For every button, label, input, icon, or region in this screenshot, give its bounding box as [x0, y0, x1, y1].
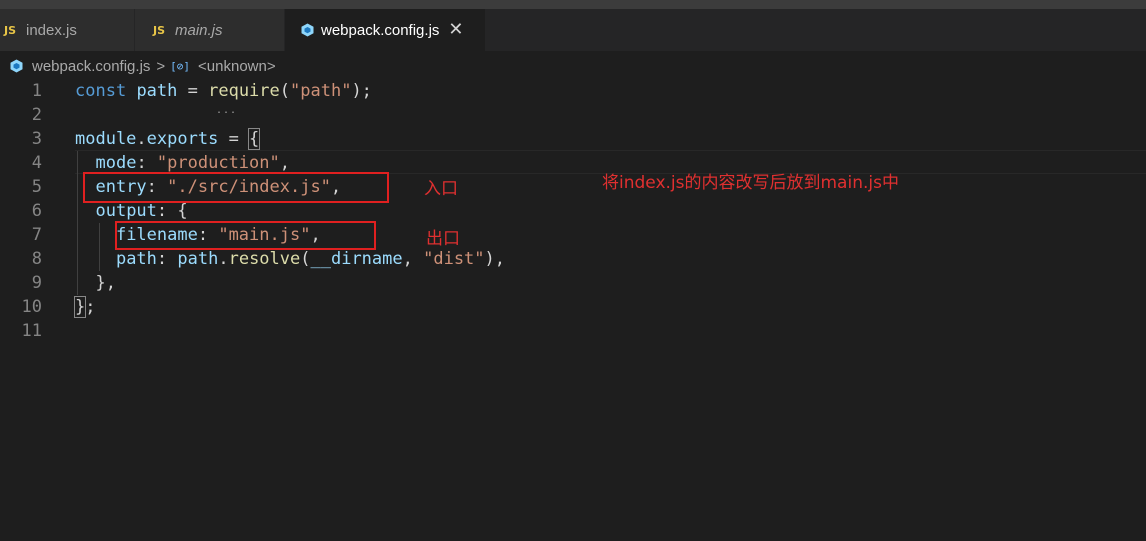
- line-number: 5: [31, 177, 42, 197]
- breadcrumb-symbol-label: <unknown>: [198, 57, 276, 75]
- output-annotation: 出口: [426, 229, 460, 249]
- line-number: 10: [21, 297, 42, 317]
- breadcrumb-file[interactable]: webpack.config.js: [10, 58, 150, 75]
- breadcrumb-symbol[interactable]: [⊘] <unknown>: [170, 58, 275, 75]
- code-line-10: 10 };: [0, 295, 1146, 319]
- tab-label: main.js: [175, 21, 223, 39]
- line-number: 8: [31, 249, 42, 269]
- entry-highlight-box: [83, 172, 389, 203]
- webpack-cube-icon: [301, 23, 321, 37]
- line-number: 1: [31, 81, 42, 101]
- tab-index-js[interactable]: JS index.js: [0, 9, 135, 51]
- tab-webpack-config[interactable]: webpack.config.js ✕: [285, 9, 486, 51]
- note-annotation: 将index.js的内容改写后放到main.js中: [602, 173, 899, 193]
- tab-bar: JS index.js JS main.js webpack.config.js…: [0, 9, 1146, 51]
- code-line-2: 2: [0, 103, 1146, 127]
- javascript-file-icon: JS: [4, 23, 17, 37]
- title-bar-strip: [0, 0, 1146, 9]
- line-number: 2: [31, 105, 42, 125]
- chevron-right-icon: >: [156, 57, 166, 75]
- breadcrumb-file-label: webpack.config.js: [32, 57, 151, 75]
- line-number: 6: [31, 201, 42, 221]
- code-line-3: 3 module.exports = {: [0, 127, 1146, 151]
- tab-label: webpack.config.js: [321, 21, 440, 39]
- code-editor[interactable]: 1 const path = require("path"); ... 2 3 …: [0, 79, 1146, 541]
- close-tab-icon[interactable]: ✕: [448, 21, 463, 39]
- tab-label: index.js: [26, 21, 77, 39]
- line-number: 11: [21, 321, 42, 341]
- entry-annotation: 入口: [424, 179, 458, 199]
- code-text: path: path.resolve(__dirname, "dist"),: [115, 249, 506, 269]
- line-number: 9: [31, 273, 42, 293]
- webpack-cube-icon: [10, 59, 32, 73]
- javascript-file-icon: JS: [153, 23, 166, 37]
- code-line-9: 9 },: [0, 271, 1146, 295]
- code-text: },: [95, 273, 116, 293]
- output-highlight-box: [115, 221, 376, 250]
- code-text: module.exports = {: [75, 128, 261, 150]
- line-number: 7: [31, 225, 42, 245]
- tab-main-js[interactable]: JS main.js: [135, 9, 285, 51]
- code-line-8: 8 path: path.resolve(__dirname, "dist"),: [0, 247, 1146, 271]
- code-line-11: 11: [0, 319, 1146, 343]
- line-number: 3: [31, 129, 42, 149]
- breadcrumb: webpack.config.js > [⊘] <unknown>: [0, 55, 1146, 77]
- code-text: };: [73, 296, 96, 318]
- code-line-1: 1 const path = require("path"); ...: [0, 79, 1146, 116]
- variable-symbol-icon: [⊘]: [170, 59, 191, 73]
- line-number: 4: [31, 153, 42, 173]
